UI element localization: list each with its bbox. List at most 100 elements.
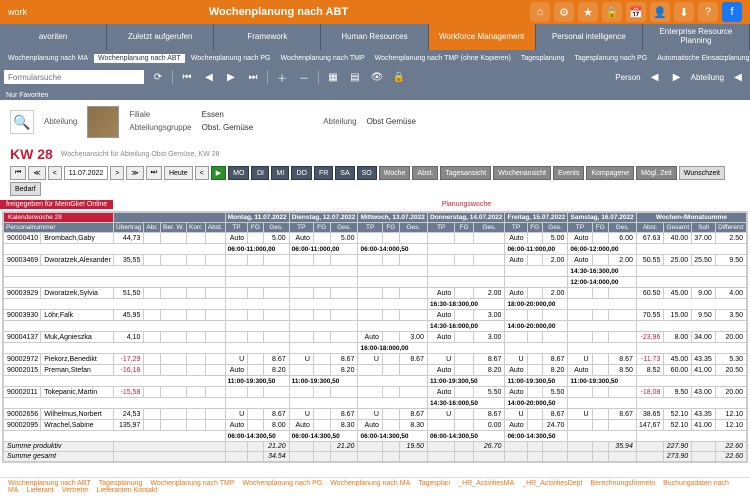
footer-link[interactable]: Wochenplanung nach MA [330, 480, 410, 487]
date-nav[interactable]: ⏮ [10, 166, 26, 180]
top-icon-3[interactable]: 🔒 [602, 2, 622, 22]
sub-tab-0[interactable]: Wochenplanung nach MA [4, 54, 92, 63]
view-btn-1[interactable]: Abst. [412, 166, 438, 180]
table-row[interactable]: 90003930Löhr,Falk45,95Auto3.0070.5515.00… [4, 310, 747, 321]
nav-item-1[interactable]: Zuletzt aufgerufen [107, 24, 214, 50]
search-icon[interactable]: 🔍 [10, 110, 34, 134]
date-nav[interactable]: ≫ [126, 166, 143, 180]
table-row[interactable]: 90002095Wrachel,Sabine135,97Auto8.00Auto… [4, 420, 747, 431]
table-row[interactable]: 90002011Tokepanic,Martin-15,58Auto5.50Au… [4, 387, 747, 398]
footer-link[interactable]: Wochenplanung nach ABT [8, 480, 91, 487]
sub-tab-4[interactable]: Wochenplanung nach TMP (ohne Kopieren) [371, 54, 515, 63]
top-icon-8[interactable]: f [722, 2, 742, 22]
day-FR[interactable]: FR [314, 166, 333, 180]
nav-item-4[interactable]: Workforce Management [429, 24, 536, 50]
fav-label[interactable]: Nur Favoriten [6, 92, 48, 99]
week-number: KW 28 [10, 146, 53, 162]
footer-link[interactable]: Tagesplan [418, 480, 450, 487]
sub-tab-2[interactable]: Wochenplanung nach PG [187, 54, 275, 63]
filiale-value: Essen [202, 109, 254, 122]
grid-icon[interactable]: ▦ [325, 69, 341, 85]
table-row[interactable]: 90002015Preman,Stefan-16,18Auto8.208.20A… [4, 365, 747, 376]
nav-item-0[interactable]: avoriten [0, 24, 107, 50]
time-row: 14:30-16:000,5014:00-20:000,50 [4, 398, 747, 409]
footer-link[interactable]: Wochenplanung nach PG [243, 480, 323, 487]
day-MI[interactable]: MI [271, 166, 289, 180]
view-icon[interactable]: 👁 [369, 69, 385, 85]
table-row[interactable]: 90003469Dworatzek,Alexander35,55Auto2.00… [4, 255, 747, 266]
footer-link[interactable]: Lieferant [27, 487, 54, 494]
time-row: 06:00-11:000,0006:00-11:000,0006:00-14:0… [4, 244, 747, 255]
footer-link[interactable]: Wochenplanung nach TMP [150, 480, 234, 487]
abteilung-label: Abteilung [691, 73, 724, 82]
day-SO[interactable]: SO [357, 166, 377, 180]
sub-tab-1[interactable]: Wochenplanung nach ABT [94, 54, 185, 63]
top-icon-0[interactable]: ⌂ [530, 2, 550, 22]
day-SA[interactable]: SA [335, 166, 354, 180]
footer-link[interactable]: Tagesplanung [99, 480, 143, 487]
view-btn-4[interactable]: Events [553, 166, 584, 180]
top-icon-7[interactable]: ? [698, 2, 718, 22]
date-nav[interactable]: ≪ [28, 166, 45, 180]
day-MO[interactable]: MO [228, 166, 249, 180]
sub-tab-6[interactable]: Tagesplanung nach PG [570, 54, 651, 63]
person-prev-icon[interactable]: ◀ [647, 69, 663, 85]
sub-tab-3[interactable]: Wochenplanung nach TMP [276, 54, 368, 63]
today-button[interactable]: Heute [164, 166, 193, 180]
abt-prev-icon[interactable]: ◀ [730, 69, 746, 85]
view-btn-7[interactable]: Wunschzeit [679, 166, 725, 180]
nav-item-2[interactable]: Framework [214, 24, 321, 50]
footer-link[interactable]: _HR_ActivitiesDept [522, 480, 582, 487]
table-row[interactable]: 90000410Brombach,Gaby44,73Auto5.00Auto5.… [4, 233, 747, 244]
table-row[interactable]: 90002972Piekorz,Benedikt-17,29U8.67U8.67… [4, 354, 747, 365]
table-row[interactable]: 90004137Muk,Agnieszka4,10Auto3.00Auto3.0… [4, 332, 747, 343]
grid2-icon[interactable]: ▤ [347, 69, 363, 85]
dept-thumbnail [87, 106, 119, 138]
sub-tab-7[interactable]: Automatische Einsatzplanung [653, 54, 750, 63]
release-status: freigegeben für MeinGke! Online [0, 200, 113, 209]
nav-item-6[interactable]: Enterprise Resource Planning [643, 24, 750, 50]
top-icon-5[interactable]: 👤 [650, 2, 670, 22]
date-nav[interactable]: > [110, 166, 124, 180]
view-btn-6[interactable]: Mögl. Zeit [636, 166, 677, 180]
footer-link[interactable]: Berechnungsformeln [591, 480, 656, 487]
footer-link[interactable]: Vertreter [62, 487, 89, 494]
footer-link[interactable]: _HR_ActivitiesMA [458, 480, 514, 487]
sub-tab-5[interactable]: Tagesplanung [517, 54, 569, 63]
nav[interactable]: < [195, 166, 209, 180]
remove-icon[interactable]: － [296, 69, 312, 85]
view-btn-0[interactable]: Woche [379, 166, 411, 180]
time-row: 14:30-16:000,0014:00-20:000,00 [4, 321, 747, 332]
play-button[interactable]: ▶ [211, 166, 226, 180]
top-icon-2[interactable]: ★ [578, 2, 598, 22]
person-next-icon[interactable]: ▶ [669, 69, 685, 85]
footer-link[interactable]: Lieferanten Kontakt [97, 487, 158, 494]
time-row: 12:00-14:000,00 [4, 277, 747, 288]
day-DI[interactable]: DI [251, 166, 269, 180]
view-btn-5[interactable]: Kompagene [586, 166, 634, 180]
date-field[interactable]: 11.07.2022 [64, 166, 109, 180]
table-row[interactable]: 90003929Dworatzek,Sylvia51,50Auto2.00Aut… [4, 288, 747, 299]
first-icon[interactable]: ⏮ [179, 69, 195, 85]
lock2-icon[interactable]: 🔒 [391, 69, 407, 85]
top-icon-1[interactable]: ⚙ [554, 2, 574, 22]
refresh-icon[interactable]: ⟳ [150, 69, 166, 85]
table-row[interactable]: 90002656Wilhelmus,Norbert24,53U8.67U8.67… [4, 409, 747, 420]
date-nav[interactable]: < [48, 166, 62, 180]
next-icon[interactable]: ▶ [223, 69, 239, 85]
top-icon-4[interactable]: 📅 [626, 2, 646, 22]
search-input[interactable] [4, 70, 144, 84]
page-title: Wochenplanung nach ABT [27, 6, 530, 18]
add-icon[interactable]: ＋ [274, 69, 290, 85]
app-name: work [8, 7, 27, 17]
view-btn-8[interactable]: Bedarf [10, 182, 41, 196]
date-nav[interactable]: ⏭ [146, 166, 162, 180]
view-btn-2[interactable]: Tagesansicht [440, 166, 491, 180]
day-DO[interactable]: DO [291, 166, 312, 180]
prev-icon[interactable]: ◀ [201, 69, 217, 85]
nav-item-5[interactable]: Personal intelligence [536, 24, 643, 50]
view-btn-3[interactable]: Wochenansicht [493, 166, 551, 180]
last-icon[interactable]: ⏭ [245, 69, 261, 85]
top-icon-6[interactable]: ⬇ [674, 2, 694, 22]
nav-item-3[interactable]: Human Resources [321, 24, 428, 50]
